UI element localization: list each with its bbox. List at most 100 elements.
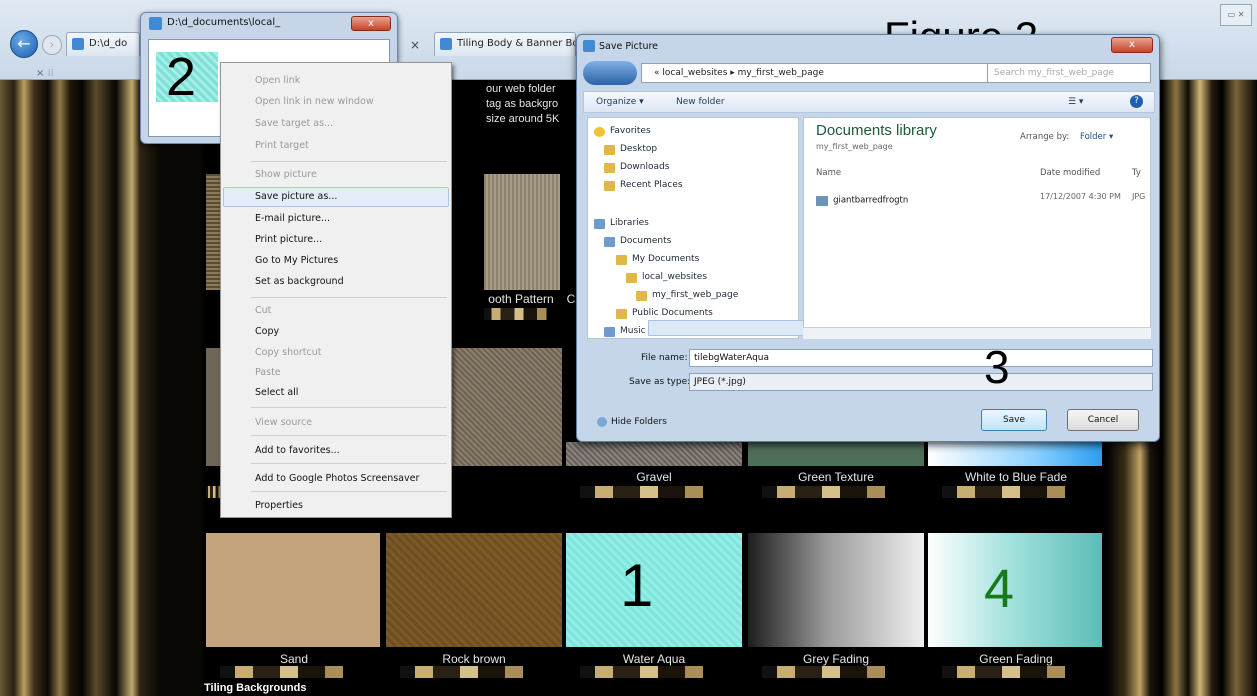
tile-green-texture[interactable] [748, 442, 924, 466]
arrange-label: Arrange by: [1020, 132, 1070, 142]
window-controls[interactable]: ▭ ✕ [1220, 4, 1252, 26]
divider-bar [220, 666, 370, 678]
menu-separator [251, 463, 447, 464]
menu-item-copy[interactable]: Copy [255, 326, 279, 337]
menu-separator [251, 161, 447, 162]
tile-caption: ooth Pattern [488, 292, 554, 306]
column-type[interactable]: Ty [1132, 168, 1141, 178]
save-button[interactable]: Save [981, 409, 1047, 431]
nav-item-public-documents[interactable]: Public Documents [616, 308, 713, 319]
intro-text: our web folder tag as backgro size aroun… [486, 82, 586, 127]
new-folder-button[interactable]: New folder [676, 97, 725, 107]
tile-green-fading[interactable] [928, 533, 1102, 647]
tile-caption: Green Texture [798, 470, 874, 484]
annotation-number-1: 1 [620, 552, 654, 619]
tile-water-aqua[interactable] [566, 533, 742, 647]
tab-close-icon[interactable]: × [410, 38, 420, 52]
divider-bar [762, 486, 912, 498]
tile-tooth-pattern[interactable] [484, 174, 560, 290]
menu-item-properties[interactable]: Properties [255, 500, 303, 511]
menu-item-google-photos[interactable]: Add to Google Photos Screensaver [255, 473, 419, 484]
nav-item-desktop[interactable]: Desktop [604, 144, 657, 155]
menu-item-view-source[interactable]: View source [255, 417, 312, 428]
nav-item-local-websites[interactable]: local_websites [626, 272, 707, 283]
menu-item-show-picture[interactable]: Show picture [255, 169, 317, 180]
tab-tiling[interactable]: Tiling Body & Banner Bo [434, 32, 576, 56]
cancel-button[interactable]: Cancel [1067, 409, 1139, 431]
menu-item-add-favorites[interactable]: Add to favorites... [255, 445, 340, 456]
nav-item-favorites[interactable]: Favorites [594, 126, 651, 137]
menu-item-copy-shortcut[interactable]: Copy shortcut [255, 347, 322, 358]
save-type-label: Save as type: [629, 377, 691, 387]
nav-selection [648, 320, 808, 336]
tile-gravel[interactable] [566, 442, 742, 466]
nav-item-recent-places[interactable]: Recent Places [604, 180, 683, 191]
tile-caption: Green Fading [979, 652, 1053, 666]
menu-item-cut[interactable]: Cut [255, 305, 271, 316]
collapse-icon [597, 417, 607, 427]
file-name-field[interactable]: tilebgWaterAqua [689, 349, 1153, 367]
nav-item-music[interactable]: Music [604, 326, 646, 337]
menu-item-print-picture[interactable]: Print picture... [255, 234, 322, 245]
menu-item-select-all[interactable]: Select all [255, 387, 298, 398]
back-arrow-icon: ← [17, 34, 31, 53]
organize-button[interactable]: Organize ▾ [596, 97, 644, 107]
views-icon[interactable]: ☰ ▾ [1068, 97, 1083, 107]
back-forward-buttons[interactable] [583, 61, 637, 85]
page-icon [72, 38, 84, 50]
menu-item-go-to-my-pictures[interactable]: Go to My Pictures [255, 255, 338, 266]
tile-grey-fading[interactable] [748, 533, 924, 647]
tile-caption: Rock brown [442, 652, 506, 666]
menu-item-paste[interactable]: Paste [255, 367, 281, 378]
menu-item-set-background[interactable]: Set as background [255, 276, 344, 287]
intro-line: tag as backgro [486, 98, 559, 110]
file-name-label: File name: [641, 353, 688, 363]
divider-bar [762, 666, 912, 678]
address-bar[interactable]: « local_websites ▸ my_first_web_page [641, 63, 1003, 83]
menu-separator [251, 435, 447, 436]
annotation-number-3: 3 [984, 341, 1010, 393]
nav-item-libraries[interactable]: Libraries [594, 218, 649, 229]
tile-sand[interactable] [206, 533, 380, 647]
screen: ← › D:\d_do × Tiling Body & Banner Bo × … [0, 0, 1257, 696]
save-type-select[interactable]: JPEG (*.jpg) [689, 373, 1153, 391]
column-name[interactable]: Name [816, 168, 841, 178]
close-button[interactable]: x [351, 16, 391, 31]
menu-item-save-target[interactable]: Save target as... [255, 118, 333, 129]
tile-caption: Gravel [636, 470, 672, 484]
help-icon[interactable]: ? [1130, 95, 1143, 108]
ie-icon [149, 17, 162, 30]
tile[interactable] [452, 348, 562, 466]
tile-caption: C [566, 292, 576, 306]
file-list-pane: Documents library my_first_web_page Arra… [803, 117, 1151, 339]
tile-white-to-blue[interactable] [928, 442, 1102, 466]
forward-button[interactable]: › [42, 35, 62, 55]
dialog-icon [583, 40, 595, 52]
menu-item-print-target[interactable]: Print target [255, 140, 309, 151]
menu-item-email-picture[interactable]: E-mail picture... [255, 213, 330, 224]
menu-item-save-picture[interactable]: Save picture as... [255, 191, 337, 202]
arrange-dropdown[interactable]: Folder ▾ [1080, 132, 1113, 142]
search-input[interactable]: Search my_first_web_page [987, 63, 1151, 83]
nav-item-my-first-web-page[interactable]: my_first_web_page [636, 290, 738, 301]
dialog-toolbar: Organize ▾ New folder ☰ ▾ ? [583, 91, 1155, 113]
nav-item-downloads[interactable]: Downloads [604, 162, 669, 173]
dialog-title: Save Picture [599, 41, 659, 52]
tile-rock-brown[interactable] [386, 533, 562, 647]
menu-item-open-link[interactable]: Open link [255, 75, 300, 86]
divider-bar [400, 666, 550, 678]
file-date: 17/12/2007 4:30 PM [1040, 192, 1121, 201]
menu-separator [251, 491, 447, 492]
back-button[interactable]: ← [10, 30, 38, 58]
column-date-modified[interactable]: Date modified [1040, 168, 1100, 178]
command-close-icon[interactable]: × ⁞⁞ [36, 68, 54, 79]
nav-item-my-documents[interactable]: My Documents [616, 254, 699, 265]
tile-caption: White to Blue Fade [964, 470, 1068, 484]
nav-item-documents[interactable]: Documents [604, 236, 671, 247]
hide-folders-button[interactable]: Hide Folders [597, 417, 667, 427]
tab-local-file[interactable]: D:\d_do [66, 32, 140, 56]
file-row[interactable]: giantbarredfrogtn 17/12/2007 4:30 PM JPG [816, 190, 1145, 206]
horizontal-scrollbar[interactable] [803, 327, 1151, 339]
close-button[interactable]: x [1111, 37, 1153, 53]
menu-item-open-new-window[interactable]: Open link in new window [255, 96, 374, 107]
